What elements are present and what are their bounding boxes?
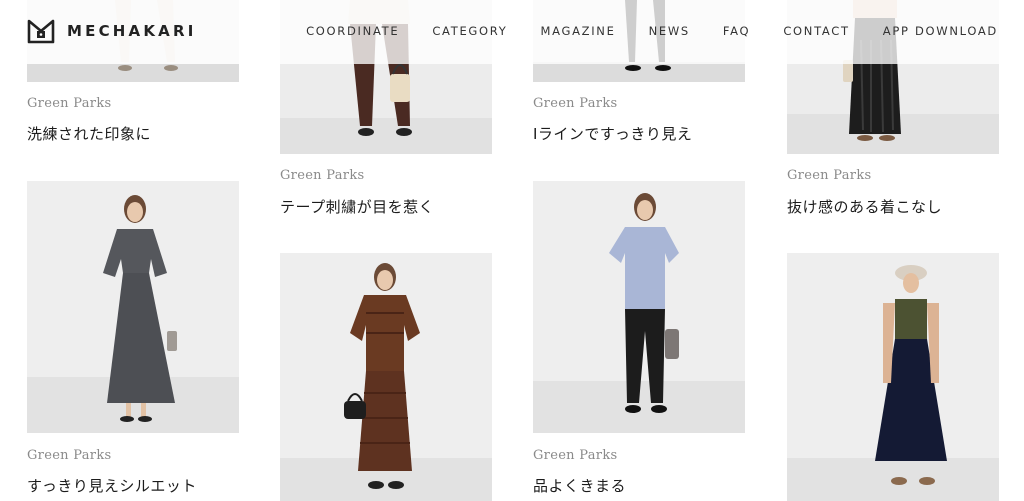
site-header: MECHAKARI COORDINATE CATEGORY MAGAZINE N… [0,0,1024,64]
coordinate-title[interactable]: Iラインですっきり見え [533,123,692,144]
nav-news[interactable]: NEWS [649,24,690,38]
nav-contact[interactable]: CONTACT [783,24,849,38]
brand-label: Green Parks [533,448,618,463]
brand-label: Green Parks [787,168,872,183]
nav-magazine[interactable]: MAGAZINE [540,24,615,38]
coordinate-title[interactable]: テープ刺繍が目を惹く [280,196,434,217]
outfit-photo[interactable] [27,181,239,433]
main-nav: COORDINATE CATEGORY MAGAZINE NEWS FAQ CO… [306,24,998,38]
coordinate-title[interactable]: すっきり見えシルエット [27,475,197,496]
brand-label: Green Parks [533,96,618,111]
outfit-photo[interactable] [533,181,745,433]
coordinate-title[interactable]: 抜け感のある着こなし [787,196,942,217]
nav-category[interactable]: CATEGORY [432,24,507,38]
outfit-photo[interactable] [787,253,999,501]
brand-label: Green Parks [27,96,112,111]
outfit-photo[interactable] [280,253,492,501]
nav-app-download[interactable]: APP DOWNLOAD [883,24,998,38]
coordinate-title[interactable]: 洗練された印象に [27,123,151,144]
nav-coordinate[interactable]: COORDINATE [306,24,399,38]
brand-label: Green Parks [27,448,112,463]
brand-label: Green Parks [280,168,365,183]
nav-faq[interactable]: FAQ [723,24,750,38]
coordinate-title[interactable]: 品よくきまる [533,475,626,496]
site-logo[interactable]: MECHAKARI [27,18,197,44]
logo-text: MECHAKARI [67,22,197,40]
mechakari-logo-icon [27,19,55,44]
